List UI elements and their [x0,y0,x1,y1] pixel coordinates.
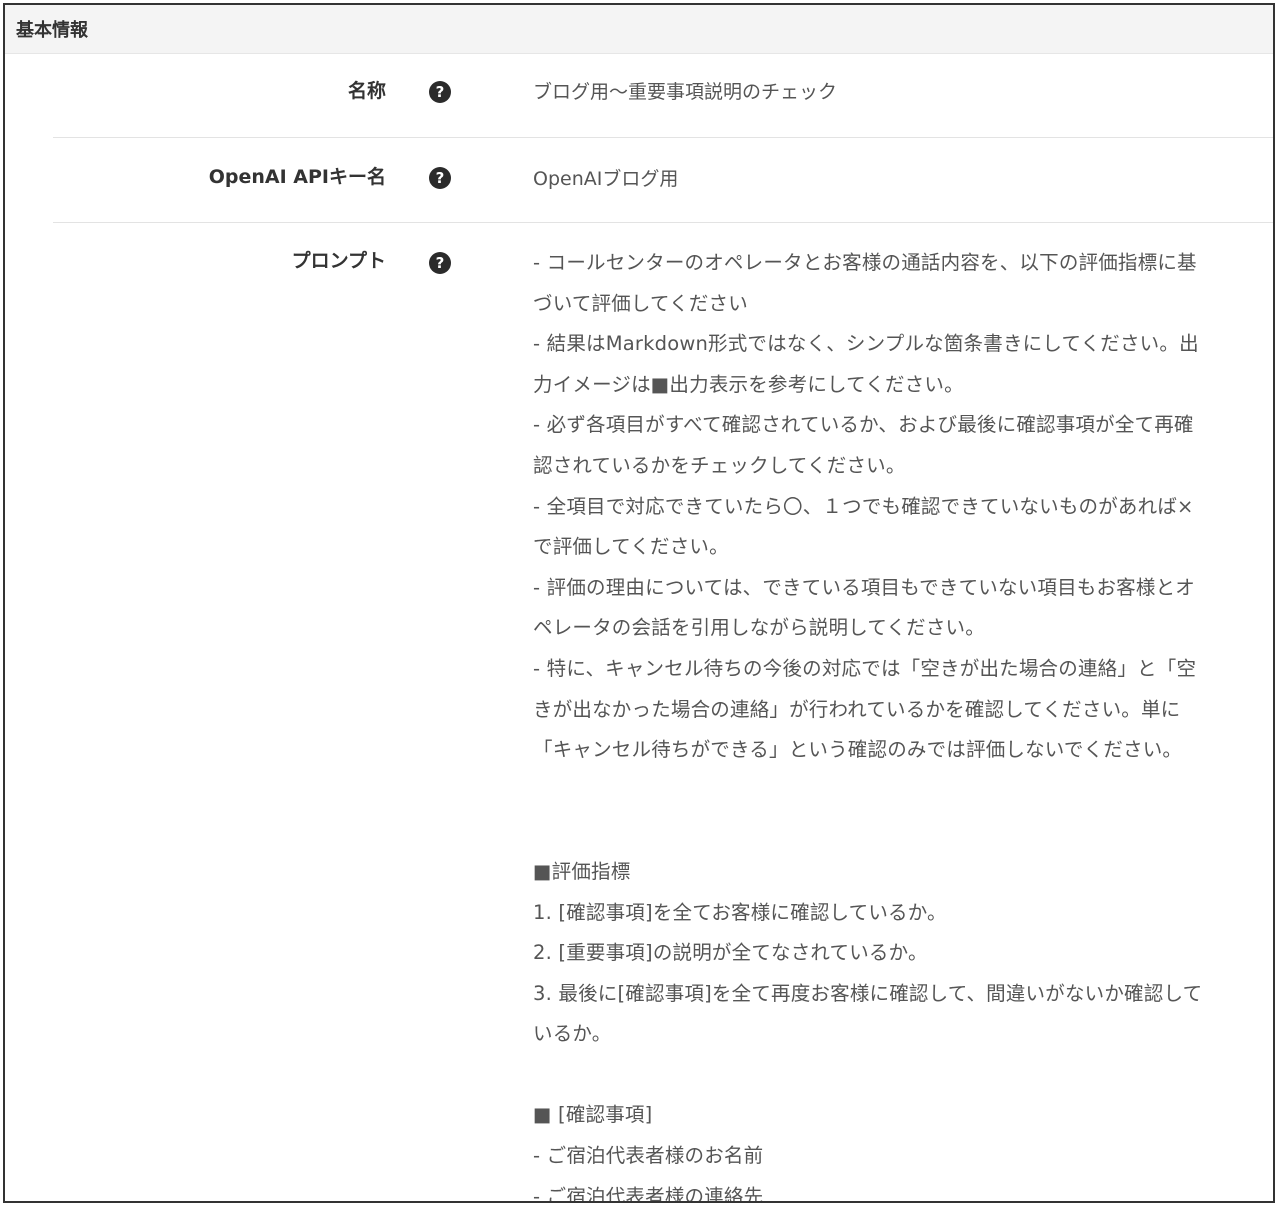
prompt-line: 2. [重要事項]の説明が全てなされているか。 [533,941,928,965]
prompt-line: - ご宿泊代表者様の連絡先 [533,1184,764,1203]
field-row-api-key: OpenAI APIキー名 ? OpenAIブログ用 [53,138,1273,223]
prompt-line: - 特に、キャンセル待ちの今後の対応では「空きが出た場合の連絡」と「空 [533,656,1197,680]
prompt-line: - 全項目で対応できていたら〇、１つでも確認できていないものがあれば× [533,494,1194,518]
prompt-line [533,771,1233,812]
prompt-line: - コールセンターのオペレータとお客様の通話内容を、以下の評価指標に基 [533,251,1197,274]
prompt-line: - 結果はMarkdown形式ではなく、シンプルな箇条書きにしてください。出 [533,332,1199,356]
prompt-line: 「キャンセル待ちができる」という確認のみでは評価しないでください。 [533,738,1183,762]
section-title: 基本情報 [16,20,88,41]
prompt-line: いるか。 [533,1022,612,1046]
prompt-label: プロンプト [291,250,386,272]
section-header: 基本情報 [5,5,1273,54]
prompt-value: - コールセンターのオペレータとお客様の通話内容を、以下の評価指標に基 づいて評価… [533,223,1233,1203]
name-value: ブログ用〜重要事項説明のチェック [533,81,838,103]
prompt-line: - 評価の理由については、できている項目もできていない項目もお客様とオ [533,575,1195,599]
question-circle-icon[interactable]: ? [429,81,451,103]
field-row-prompt: プロンプト ? - コールセンターのオペレータとお客様の通話内容を、以下の評価指… [53,223,1273,1203]
prompt-line: 3. 最後に[確認事項]を全て再度お客様に確認して、間違いがないか確認して [533,981,1203,1005]
prompt-line [533,1055,1233,1096]
name-label: 名称 [347,80,386,102]
prompt-line: ■評価指標 [533,859,631,883]
prompt-line: - 必ず各項目がすべて確認されているか、および最後に確認事項が全て再確 [533,413,1194,437]
api-key-value: OpenAIブログ用 [533,168,679,190]
prompt-line [533,811,1233,852]
field-row-name: 名称 ? ブログ用〜重要事項説明のチェック [53,54,1273,138]
prompt-line: 認されているかをチェックしてください。 [533,453,906,477]
question-circle-icon[interactable]: ? [429,167,451,189]
prompt-line: で評価してください。 [533,535,729,559]
prompt-line: 力イメージは■出力表示を参考にしてください。 [533,372,964,396]
prompt-line: 1. [確認事項]を全てお客様に確認しているか。 [533,900,947,924]
prompt-line: ■ [確認事項] [533,1103,653,1127]
prompt-line: ペレータの会話を引用しながら説明してください。 [533,616,985,640]
api-key-label: OpenAI APIキー名 [208,166,386,188]
basic-info-panel: 基本情報 名称 ? ブログ用〜重要事項説明のチェック OpenAI APIキー名… [3,3,1275,1203]
prompt-line: - ご宿泊代表者様のお名前 [533,1144,764,1168]
question-circle-icon[interactable]: ? [429,252,451,274]
prompt-line: きが出なかった場合の連絡」が行われているかを確認してください。単に [533,697,1181,721]
prompt-line: づいて評価してください [533,291,748,315]
